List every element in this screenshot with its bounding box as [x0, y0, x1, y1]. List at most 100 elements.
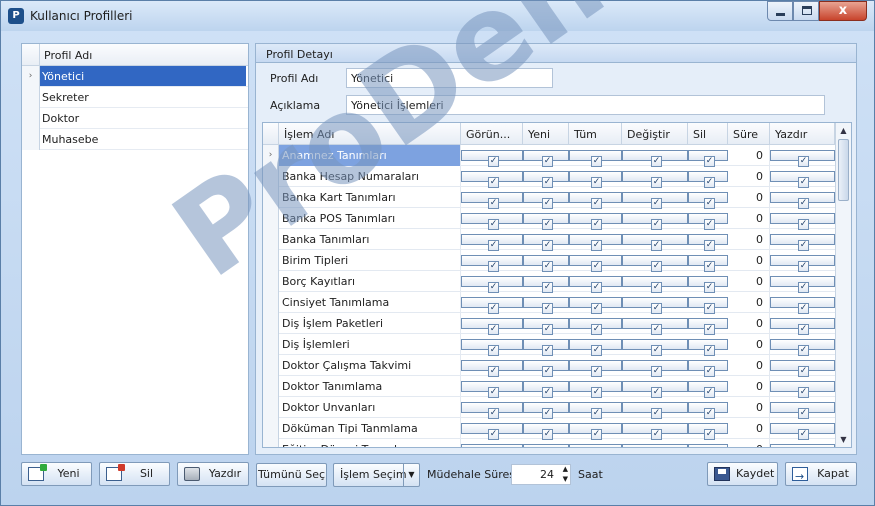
profile-name-input[interactable]: Yönetici: [346, 68, 553, 88]
grid-column-header[interactable]: Sil: [688, 123, 728, 145]
permission-cell[interactable]: ✓: [569, 297, 622, 314]
permission-cell[interactable]: ✓: [569, 192, 622, 209]
grid-column-header[interactable]: Tüm: [569, 123, 622, 145]
grid-row[interactable]: Diş İşlem Paketleri ✓ ✓ ✓ ✓ ✓ 0 ✓: [263, 313, 835, 335]
permission-cell[interactable]: ✓: [688, 213, 728, 230]
scroll-up-icon[interactable]: ▲: [838, 125, 849, 136]
permission-cell[interactable]: ✓: [523, 171, 569, 188]
permission-cell[interactable]: ✓: [569, 381, 622, 398]
permission-cell[interactable]: ✓: [622, 339, 688, 356]
permission-cell[interactable]: ✓: [688, 339, 728, 356]
close-window-button[interactable]: x: [819, 1, 867, 21]
permission-cell[interactable]: ✓: [523, 213, 569, 230]
permission-cell[interactable]: ✓: [688, 234, 728, 251]
permission-cell[interactable]: ✓: [461, 318, 523, 335]
permission-cell[interactable]: ✓: [688, 402, 728, 419]
grid-row[interactable]: Birim Tipleri ✓ ✓ ✓ ✓ ✓ 0 ✓: [263, 250, 835, 272]
permission-cell[interactable]: ✓: [622, 360, 688, 377]
permission-cell[interactable]: ✓: [569, 318, 622, 335]
maximize-button[interactable]: [793, 1, 819, 21]
permission-cell[interactable]: ✓: [461, 381, 523, 398]
permission-cell[interactable]: ✓: [569, 234, 622, 251]
minimize-button[interactable]: [767, 1, 793, 21]
permission-cell[interactable]: ✓: [569, 339, 622, 356]
permission-cell[interactable]: ✓: [622, 423, 688, 440]
grid-column-header[interactable]: Yazdır: [770, 123, 835, 145]
grid-column-header[interactable]: Görün...: [461, 123, 523, 145]
permission-cell[interactable]: ✓: [523, 192, 569, 209]
permission-cell[interactable]: ✓: [523, 150, 569, 167]
select-all-button[interactable]: Tümünü Seç: [256, 463, 327, 487]
permission-cell[interactable]: ✓: [461, 423, 523, 440]
intervention-duration-stepper[interactable]: 24 ▲ ▼: [511, 464, 571, 485]
permission-cell[interactable]: ✓: [688, 255, 728, 272]
permission-cell[interactable]: ✓: [770, 213, 835, 230]
permission-cell[interactable]: ✓: [688, 171, 728, 188]
permission-cell[interactable]: ✓: [688, 423, 728, 440]
permission-cell[interactable]: ✓: [461, 444, 523, 447]
permission-cell[interactable]: ✓: [622, 318, 688, 335]
permission-cell[interactable]: ✓: [569, 276, 622, 293]
grid-vertical-scrollbar[interactable]: ▲ ▼: [835, 123, 851, 447]
grid-row[interactable]: Doktor Çalışma Takvimi ✓ ✓ ✓ ✓ ✓ 0 ✓: [263, 355, 835, 377]
permission-cell[interactable]: ✓: [770, 381, 835, 398]
permission-cell[interactable]: ✓: [688, 150, 728, 167]
save-button[interactable]: Kaydet: [707, 462, 778, 486]
permission-cell[interactable]: ✓: [770, 276, 835, 293]
grid-row[interactable]: Cinsiyet Tanımlama ✓ ✓ ✓ ✓ ✓ 0 ✓: [263, 292, 835, 314]
permission-cell[interactable]: ✓: [461, 213, 523, 230]
permission-cell[interactable]: ✓: [622, 381, 688, 398]
permission-cell[interactable]: ✓: [523, 381, 569, 398]
permission-cell[interactable]: ✓: [569, 360, 622, 377]
grid-row[interactable]: Eğitim Düzeyi Tanımlama✓✓✓✓✓0✓: [263, 439, 835, 447]
permission-cell[interactable]: ✓: [688, 192, 728, 209]
delete-button[interactable]: Sil: [99, 462, 170, 486]
new-button[interactable]: Yeni: [21, 462, 92, 486]
profile-list-item[interactable]: Muhasebe: [22, 129, 248, 150]
grid-row[interactable]: Doktor Tanımlama ✓ ✓ ✓ ✓ ✓ 0 ✓: [263, 376, 835, 398]
grid-row[interactable]: Borç Kayıtları ✓ ✓ ✓ ✓ ✓ 0 ✓: [263, 271, 835, 293]
grid-column-header[interactable]: İşlem Adı: [279, 123, 461, 145]
permission-cell[interactable]: ✓: [770, 360, 835, 377]
permission-cell[interactable]: ✓: [461, 255, 523, 272]
grid-row[interactable]: › Anamnez Tanımları ✓ ✓ ✓ ✓ ✓ 0 ✓: [263, 145, 835, 167]
permission-cell[interactable]: ✓: [461, 297, 523, 314]
permission-cell[interactable]: ✓: [622, 150, 688, 167]
grid-row[interactable]: Döküman Tipi Tanmlama ✓ ✓ ✓ ✓ ✓ 0 ✓: [263, 418, 835, 440]
permission-cell[interactable]: ✓: [688, 297, 728, 314]
permission-cell[interactable]: ✓: [569, 213, 622, 230]
permission-cell[interactable]: ✓: [569, 423, 622, 440]
permission-cell[interactable]: ✓: [461, 150, 523, 167]
permission-cell[interactable]: ✓: [461, 192, 523, 209]
permission-cell[interactable]: ✓: [688, 381, 728, 398]
permission-cell[interactable]: ✓: [622, 192, 688, 209]
permission-cell[interactable]: ✓: [523, 423, 569, 440]
grid-row[interactable]: Doktor Unvanları ✓ ✓ ✓ ✓ ✓ 0 ✓: [263, 397, 835, 419]
print-button[interactable]: Yazdır: [177, 462, 249, 486]
grid-column-header[interactable]: Değiştir: [622, 123, 688, 145]
grid-row[interactable]: Diş İşlemleri ✓ ✓ ✓ ✓ ✓ 0 ✓: [263, 334, 835, 356]
permission-cell[interactable]: ✓: [569, 255, 622, 272]
grid-row[interactable]: Banka POS Tanımları ✓ ✓ ✓ ✓ ✓ 0 ✓: [263, 208, 835, 230]
permission-cell[interactable]: ✓: [770, 192, 835, 209]
permission-cell[interactable]: ✓: [770, 423, 835, 440]
scroll-down-icon[interactable]: ▼: [838, 434, 849, 445]
permission-cell[interactable]: ✓: [569, 171, 622, 188]
close-button[interactable]: Kapat: [785, 462, 857, 488]
profile-name-column-header[interactable]: Profil Adı: [44, 49, 92, 62]
permission-cell[interactable]: ✓: [770, 171, 835, 188]
permission-cell[interactable]: ✓: [461, 171, 523, 188]
permission-cell[interactable]: ✓: [523, 297, 569, 314]
grid-row[interactable]: Banka Tanımları ✓ ✓ ✓ ✓ ✓ 0 ✓: [263, 229, 835, 251]
permission-cell[interactable]: ✓: [461, 276, 523, 293]
profile-list-item[interactable]: › Yönetici: [22, 66, 248, 87]
permission-cell[interactable]: ✓: [569, 150, 622, 167]
permission-cell[interactable]: ✓: [770, 339, 835, 356]
permission-cell[interactable]: ✓: [569, 402, 622, 419]
permission-cell[interactable]: ✓: [688, 360, 728, 377]
stepper-down-icon[interactable]: ▼: [563, 475, 568, 483]
permission-cell[interactable]: ✓: [523, 276, 569, 293]
permission-cell[interactable]: ✓: [622, 234, 688, 251]
permission-cell[interactable]: ✓: [622, 402, 688, 419]
permission-cell[interactable]: ✓: [770, 402, 835, 419]
